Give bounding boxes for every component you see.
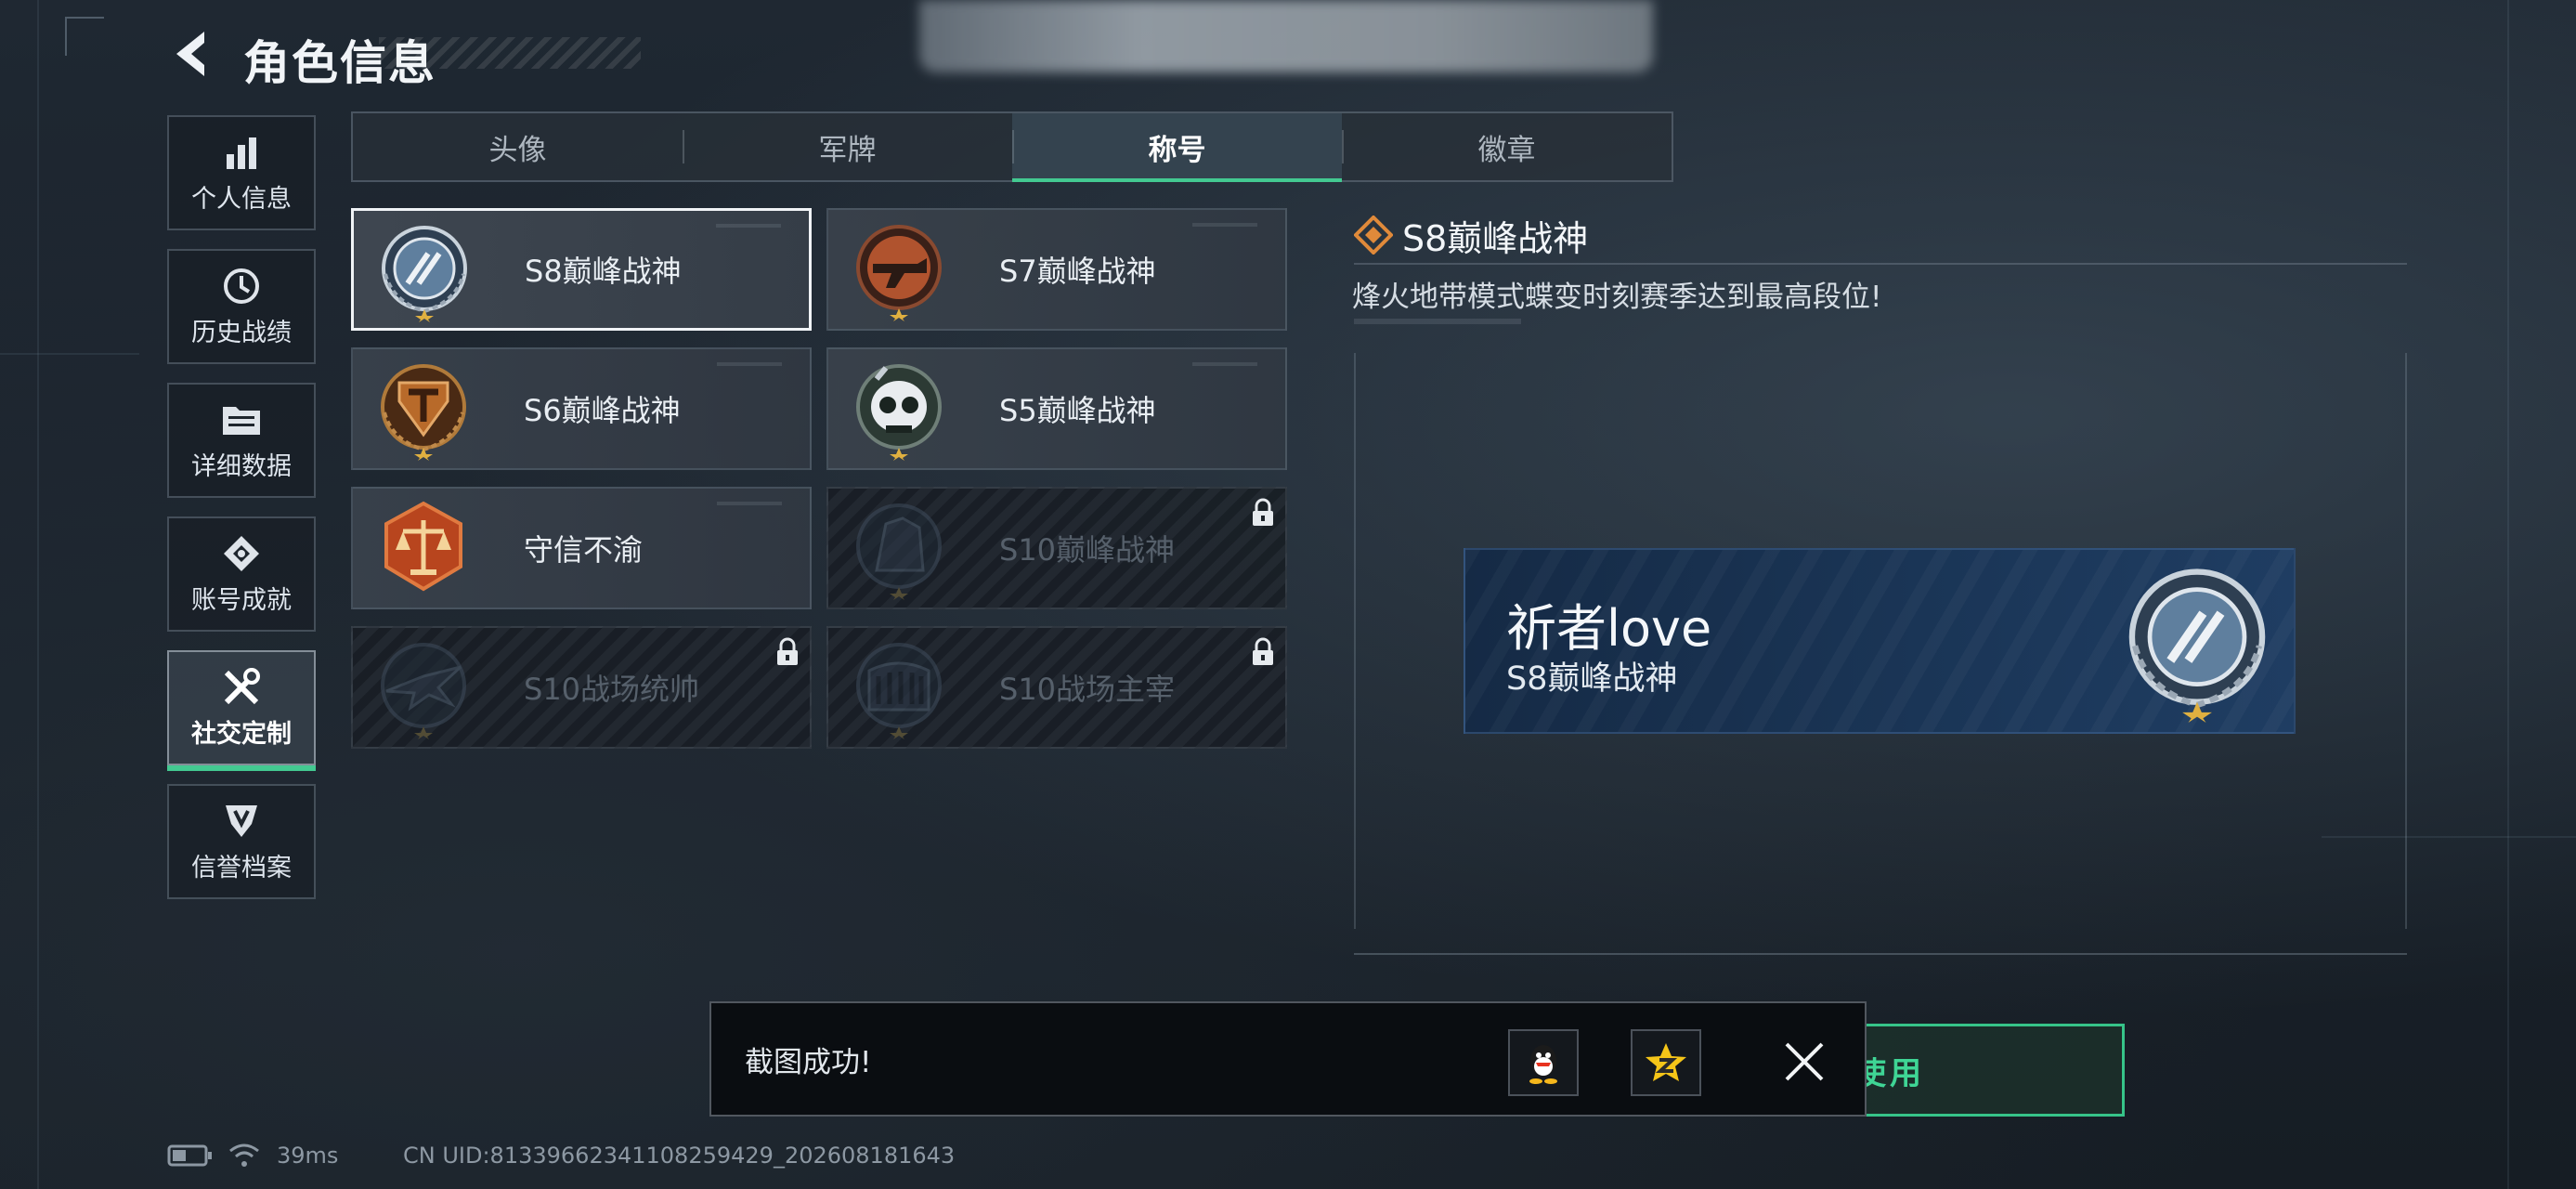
detail-description: 烽火地带模式蝶变时刻赛季达到最高段位!: [1352, 281, 1882, 314]
sidebar-item-detailed-data[interactable]: 详细数据: [167, 383, 316, 498]
sidebar-item-social-custom[interactable]: 社交定制: [167, 650, 316, 771]
preview-title: S8巅峰战神: [1506, 660, 1678, 698]
sidebar-item-label: 信誉档案: [191, 853, 292, 882]
lock-icon: [1253, 637, 1273, 665]
shield-badge-icon: [221, 801, 262, 842]
title-name: S10巅峰战神: [999, 532, 1176, 568]
tab-avatar[interactable]: 头像: [353, 113, 683, 180]
s10-locked-emblem-icon: [856, 503, 942, 600]
qq-icon: [1529, 1045, 1557, 1084]
s8-emblem-icon: [2128, 568, 2266, 723]
tab-title[interactable]: 称号: [1012, 113, 1342, 182]
s8-emblem-icon: [382, 226, 467, 322]
sidebar-item-achievements[interactable]: 账号成就: [167, 516, 316, 632]
title-diamond-icon: [1354, 216, 1393, 255]
clock-history-icon: [221, 266, 262, 307]
sidebar-item-label: 账号成就: [191, 585, 292, 615]
qzone-icon: [1646, 1043, 1686, 1081]
share-qq-button[interactable]: [1508, 1029, 1579, 1096]
ping-value: 39ms: [277, 1143, 339, 1169]
title-name: S10战场主宰: [999, 672, 1176, 707]
title-card-s8[interactable]: S8巅峰战神: [351, 208, 812, 331]
title-card-s10-commander-locked[interactable]: S10战场统帅: [351, 626, 812, 749]
detail-title: S8巅峰战神: [1402, 218, 1589, 259]
sidebar-item-reputation[interactable]: 信誉档案: [167, 784, 316, 899]
card-decoration: [716, 224, 781, 228]
share-qzone-button[interactable]: [1631, 1029, 1701, 1096]
faint-decoration: [1354, 319, 1521, 324]
tab-dog-tag[interactable]: 军牌: [683, 113, 1012, 180]
player-name: 祈者love: [1506, 599, 1712, 658]
sidebar-item-label: 个人信息: [191, 184, 292, 214]
title-preview-plate: 祈者love S8巅峰战神: [1464, 548, 2296, 734]
title-card-s6[interactable]: S6巅峰战神: [351, 347, 812, 470]
sidebar-item-history[interactable]: 历史战绩: [167, 249, 316, 364]
scales-emblem-icon: [384, 501, 462, 592]
battery-icon: [167, 1135, 214, 1176]
wifi-icon: [228, 1135, 260, 1176]
title-name: 守信不渝: [524, 532, 644, 568]
tab-bar: 头像 军牌 称号 徽章: [351, 111, 1673, 182]
tools-icon: [221, 667, 262, 708]
title-stripes-decoration: [379, 37, 641, 69]
s5-skull-emblem-icon: [856, 364, 942, 461]
card-decoration: [1192, 362, 1257, 366]
sidebar-item-label: 详细数据: [191, 451, 292, 481]
achievement-icon: [221, 533, 262, 574]
title-card-s10-dominator-locked[interactable]: S10战场主宰: [826, 626, 1287, 749]
colosseum-emblem-icon: [856, 643, 942, 739]
aircraft-emblem-icon: [381, 643, 466, 739]
bar-chart-icon: [221, 132, 262, 173]
title-card-s5[interactable]: S5巅峰战神: [826, 347, 1287, 470]
tab-badge[interactable]: 徽章: [1342, 113, 1672, 180]
corner-decoration: [65, 17, 104, 56]
blurred-notification-banner: [919, 0, 1653, 72]
s7-emblem-icon: [856, 225, 942, 321]
lock-icon: [1253, 498, 1273, 526]
card-decoration: [717, 502, 782, 505]
sidebar-item-label: 社交定制: [191, 719, 292, 749]
sidebar-item-label: 历史战绩: [191, 318, 292, 347]
lock-icon: [777, 637, 798, 665]
sidebar-item-personal-info[interactable]: 个人信息: [167, 115, 316, 230]
folder-data-icon: [221, 399, 262, 440]
frame-line: [1354, 953, 2407, 955]
divider: [1354, 263, 2407, 265]
close-icon[interactable]: [1781, 1039, 1828, 1085]
frame-line: [1354, 353, 1356, 929]
frame-line: [2405, 353, 2407, 929]
title-name: S5巅峰战神: [999, 393, 1156, 428]
title-card-s10-locked[interactable]: S10巅峰战神: [826, 487, 1287, 609]
uid-text: CN UID:8133966234110825942​9_20260818164…: [403, 1143, 956, 1169]
s6-emblem-icon: [381, 364, 466, 461]
title-name: S6巅峰战神: [524, 393, 681, 428]
title-card-s7[interactable]: S7巅峰战神: [826, 208, 1287, 331]
toast-message: 截图成功!: [745, 1045, 872, 1079]
screenshot-toast: 截图成功!: [709, 1001, 1867, 1117]
card-decoration: [1192, 223, 1257, 227]
title-card-trustworthy[interactable]: 守信不渝: [351, 487, 812, 609]
card-decoration: [717, 362, 782, 366]
title-name: S10战场统帅: [524, 672, 700, 707]
title-name: S8巅峰战神: [525, 254, 682, 289]
title-name: S7巅峰战神: [999, 254, 1156, 289]
back-arrow-icon[interactable]: [169, 28, 212, 80]
